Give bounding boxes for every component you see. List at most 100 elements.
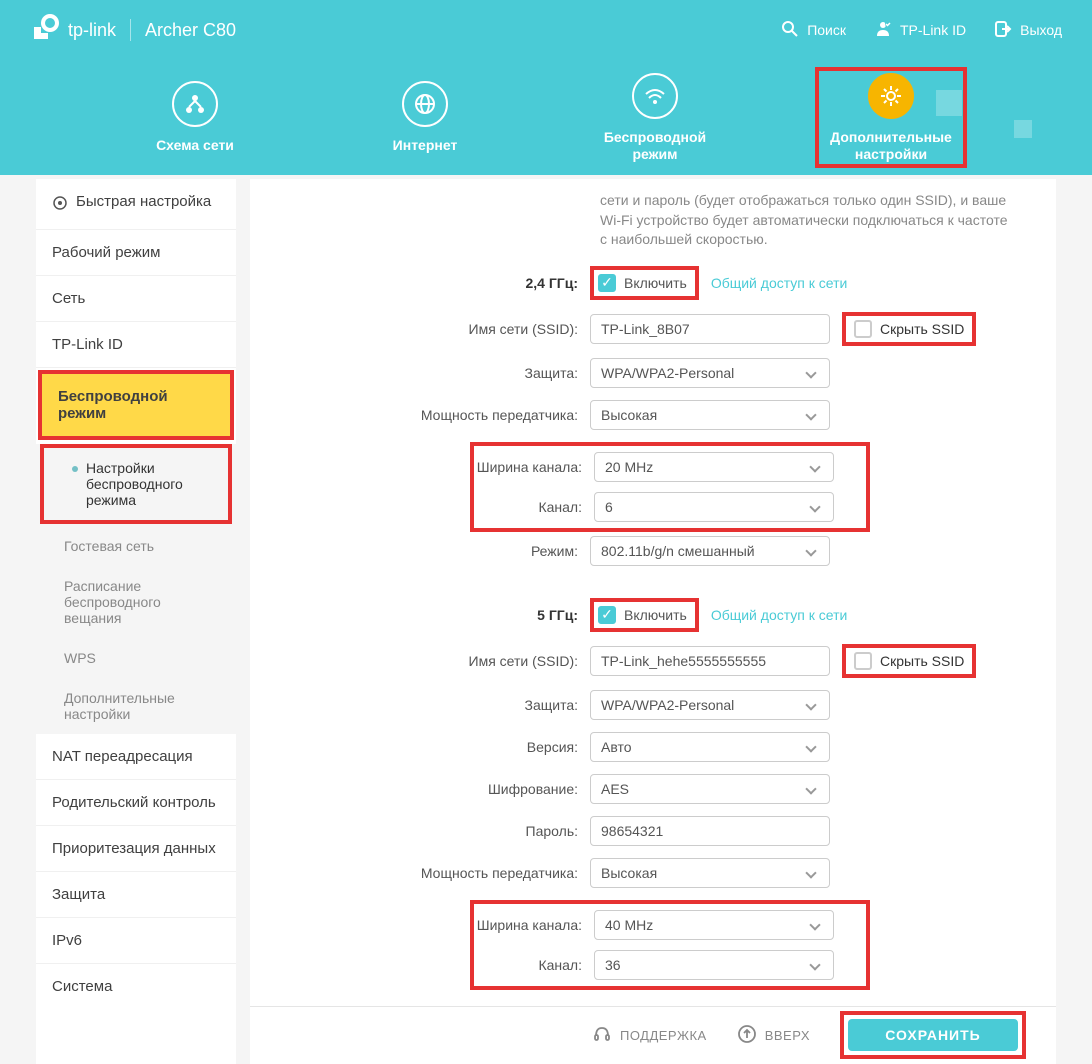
sidebar-item-tplink-id[interactable]: TP-Link ID [36, 322, 236, 368]
sidebar-item-qos[interactable]: Приоритезация данных [36, 826, 236, 872]
support-link[interactable]: ПОДДЕРЖКА [592, 1024, 707, 1047]
divider [130, 19, 131, 41]
link-5-share[interactable]: Общий доступ к сети [711, 607, 848, 623]
select-24-security[interactable]: WPA/WPA2-Personal [590, 358, 830, 388]
header: tp-link Archer C80 Поиск TP-Link ID Выхо… [0, 0, 1092, 175]
model-name: Archer C80 [145, 20, 236, 41]
sidebar-item-parental[interactable]: Родительский контроль [36, 780, 236, 826]
input-5-ssid[interactable] [590, 646, 830, 676]
label-5-encryption: Шифрование: [270, 781, 590, 797]
link-24-share[interactable]: Общий доступ к сети [711, 275, 848, 291]
label-5-enable: Включить [624, 607, 687, 623]
select-5-encryption[interactable]: AES [590, 774, 830, 804]
globe-icon [402, 81, 448, 127]
chevron-down-icon [805, 545, 816, 556]
sidebar-item-security[interactable]: Защита [36, 872, 236, 918]
label-24-security: Защита: [270, 365, 590, 381]
scroll-top-link[interactable]: ВВЕРХ [737, 1024, 810, 1047]
sidebar-item-nat[interactable]: NAT переадресация [36, 734, 236, 780]
label-5-chwidth: Ширина канала: [474, 917, 594, 933]
select-24-chwidth[interactable]: 20 MHz [594, 452, 834, 482]
label-24-chwidth: Ширина канала: [474, 459, 594, 475]
select-24-channel[interactable]: 6 [594, 492, 834, 522]
sidebar-sub-schedule[interactable]: Расписание беспроводного вещания [36, 566, 236, 638]
chevron-down-icon [809, 919, 820, 930]
topbar: tp-link Archer C80 Поиск TP-Link ID Выхо… [0, 0, 1092, 60]
footer-bar: ПОДДЕРЖКА ВВЕРХ СОХРАНИТЬ [250, 1006, 1056, 1064]
tab-wireless[interactable]: Беспроводной режим [585, 73, 725, 163]
tab-network-map[interactable]: Схема сети [125, 81, 265, 154]
logout-icon [994, 20, 1012, 41]
content-panel: сети и пароль (будет отображаться только… [250, 179, 1056, 1064]
chevron-down-icon [805, 783, 816, 794]
label-24-channel: Канал: [474, 499, 594, 515]
wifi-icon [632, 73, 678, 119]
arrow-up-icon [737, 1024, 757, 1047]
tplink-id-link[interactable]: TP-Link ID [874, 20, 966, 41]
sidebar-sub-advanced[interactable]: Дополнительные настройки [36, 678, 236, 734]
label-5-ssid: Имя сети (SSID): [270, 653, 590, 669]
chevron-down-icon [805, 409, 816, 420]
save-button[interactable]: СОХРАНИТЬ [848, 1019, 1018, 1051]
sidebar-sub-guest[interactable]: Гостевая сеть [36, 526, 236, 566]
bullet-icon [72, 466, 78, 472]
select-24-mode[interactable]: 802.11b/g/n смешанный [590, 536, 830, 566]
tplink-logo-icon [30, 13, 60, 48]
target-icon [52, 195, 68, 215]
body-area: Быстрая настройка Рабочий режим Сеть TP-… [0, 175, 1092, 1064]
label-24-mode: Режим: [270, 543, 590, 559]
user-icon [874, 20, 892, 41]
tab-advanced[interactable]: Дополнительные настройки [821, 73, 961, 163]
checkbox-24-hide-ssid[interactable] [854, 320, 872, 338]
select-24-txpower[interactable]: Высокая [590, 400, 830, 430]
gear-icon [868, 73, 914, 119]
chevron-down-icon [805, 867, 816, 878]
chevron-down-icon [805, 741, 816, 752]
chevron-down-icon [809, 501, 820, 512]
label-5ghz: 5 ГГц: [270, 607, 590, 623]
label-24-txpower: Мощность передатчика: [270, 407, 590, 423]
brand-text: tp-link [68, 20, 116, 41]
label-5-txpower: Мощность передатчика: [270, 865, 590, 881]
chevron-down-icon [805, 699, 816, 710]
sidebar-item-quick-setup[interactable]: Быстрая настройка [36, 179, 236, 230]
label-24ghz: 2,4 ГГц: [270, 275, 590, 291]
sidebar-item-ipv6[interactable]: IPv6 [36, 918, 236, 964]
label-5-version: Версия: [270, 739, 590, 755]
sidebar-sub-wireless-settings[interactable]: Настройки беспроводного режима [44, 448, 228, 520]
tab-internet[interactable]: Интернет [355, 81, 495, 154]
select-5-channel[interactable]: 36 [594, 950, 834, 980]
input-5-password[interactable] [590, 816, 830, 846]
label-24-enable: Включить [624, 275, 687, 291]
checkbox-5-enable[interactable]: ✓ [598, 606, 616, 624]
select-5-chwidth[interactable]: 40 MHz [594, 910, 834, 940]
input-24-ssid[interactable] [590, 314, 830, 344]
chevron-down-icon [809, 461, 820, 472]
description-text: сети и пароль (будет отображаться только… [600, 191, 1016, 250]
sidebar-item-network[interactable]: Сеть [36, 276, 236, 322]
label-5-hide-ssid: Скрыть SSID [880, 653, 964, 669]
logout-link[interactable]: Выход [994, 20, 1062, 41]
sidebar-sub-wps[interactable]: WPS [36, 638, 236, 678]
checkbox-24-enable[interactable]: ✓ [598, 274, 616, 292]
sidebar: Быстрая настройка Рабочий режим Сеть TP-… [36, 179, 236, 1064]
checkbox-5-hide-ssid[interactable] [854, 652, 872, 670]
sidebar-item-wireless[interactable]: Беспроводной режим [42, 374, 230, 436]
search-icon [781, 20, 799, 41]
label-5-channel: Канал: [474, 957, 594, 973]
select-5-security[interactable]: WPA/WPA2-Personal [590, 690, 830, 720]
sidebar-item-workmode[interactable]: Рабочий режим [36, 230, 236, 276]
label-24-hide-ssid: Скрыть SSID [880, 321, 964, 337]
headset-icon [592, 1024, 612, 1047]
brand-logo: tp-link [30, 13, 116, 48]
label-24-ssid: Имя сети (SSID): [270, 321, 590, 337]
label-5-security: Защита: [270, 697, 590, 713]
network-map-icon [172, 81, 218, 127]
search-link[interactable]: Поиск [781, 20, 846, 41]
nav-tabs: Схема сети Интернет Беспроводной режим Д… [0, 60, 1092, 175]
select-5-txpower[interactable]: Высокая [590, 858, 830, 888]
select-5-version[interactable]: Авто [590, 732, 830, 762]
sidebar-item-system[interactable]: Система [36, 964, 236, 1001]
chevron-down-icon [805, 367, 816, 378]
label-5-password: Пароль: [270, 823, 590, 839]
